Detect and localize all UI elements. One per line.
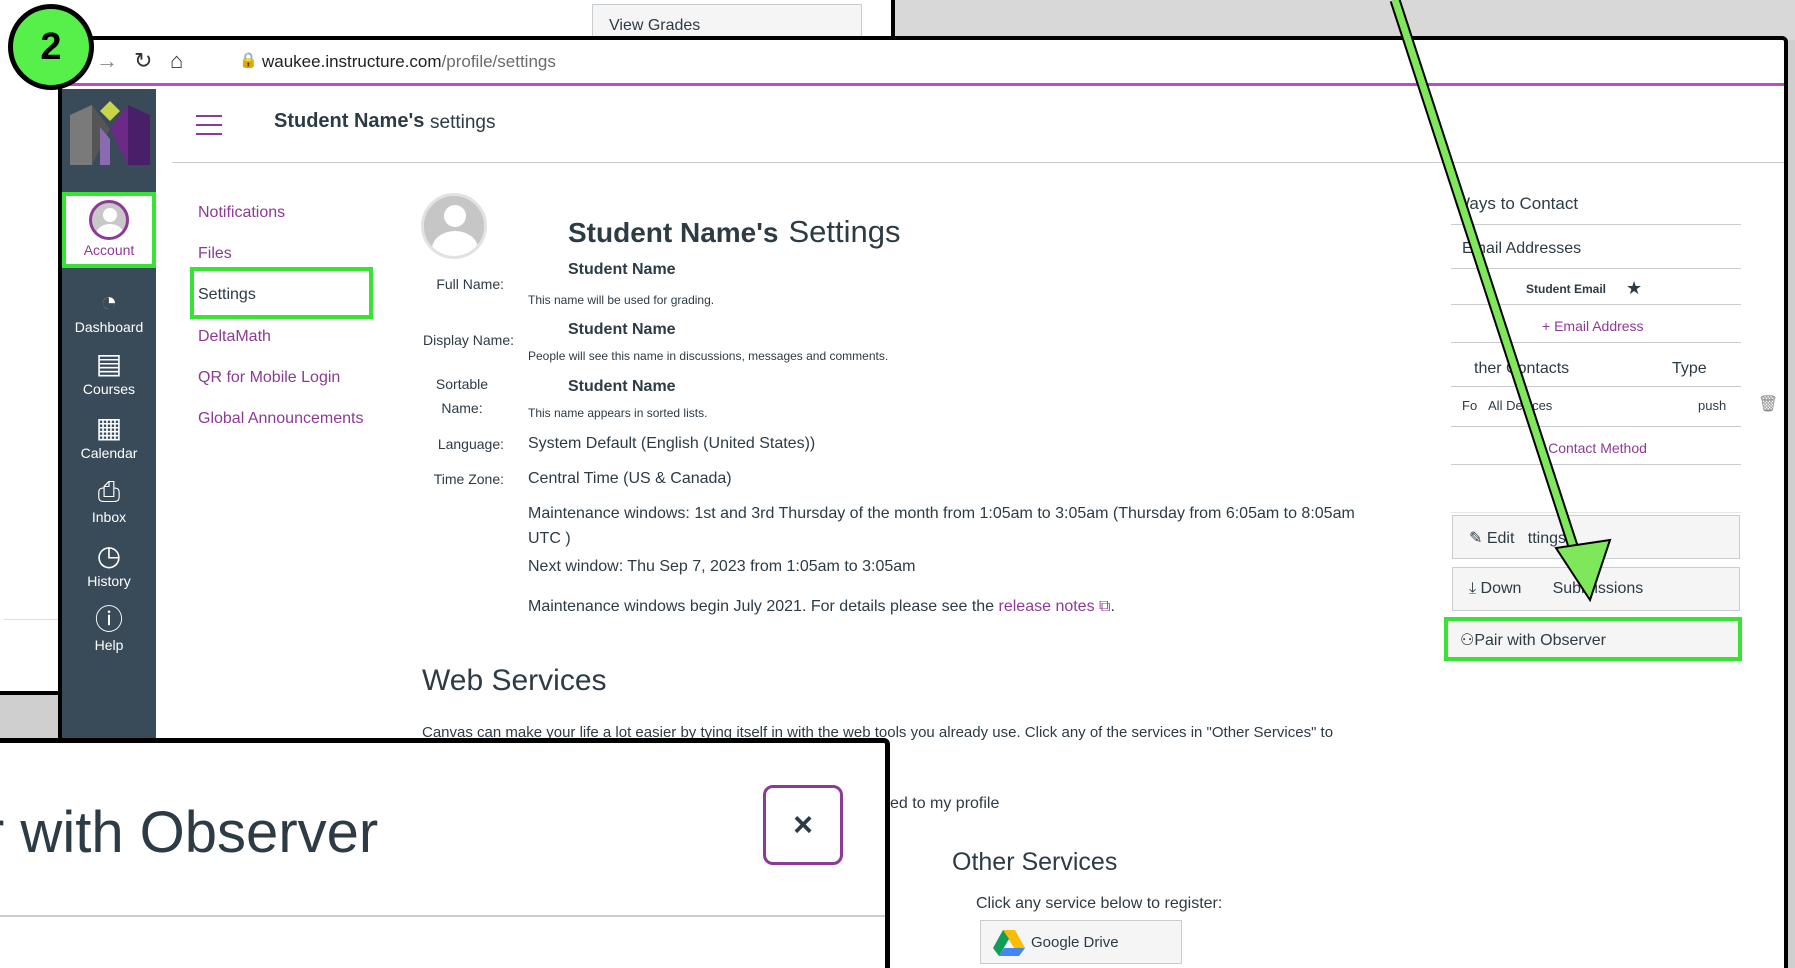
- full-name-hint: This name will be used for grading.: [528, 293, 715, 307]
- nav-inbox[interactable]: ⎙ Inbox: [62, 476, 156, 526]
- lock-icon: 🔒: [239, 52, 258, 69]
- release-notes-link[interactable]: release notes: [999, 598, 1095, 615]
- modal-title: r with Observer: [0, 800, 379, 865]
- header-divider: [172, 162, 1784, 163]
- contact-name: Fo All Devices: [1462, 398, 1553, 413]
- hamburger-icon[interactable]: [196, 115, 222, 142]
- student-email[interactable]: Student Email: [1526, 282, 1606, 296]
- history-icon: ◷: [96, 540, 122, 571]
- download-icon: ⤓: [1469, 580, 1477, 597]
- contact-type: push: [1698, 398, 1727, 413]
- google-drive-button[interactable]: Google Drive: [980, 920, 1182, 964]
- inbox-icon: ⎙: [97, 476, 121, 507]
- timezone-value: Central Time (US & Canada): [528, 470, 732, 487]
- other-contacts-header: ther Contacts: [1474, 360, 1570, 377]
- subnav-files[interactable]: Files: [198, 245, 232, 263]
- help-icon: ⓘ: [94, 604, 123, 635]
- trash-icon[interactable]: 🗑: [1758, 394, 1778, 414]
- external-link-icon: ⧉: [1099, 598, 1111, 615]
- close-icon[interactable]: ×: [763, 785, 843, 865]
- nav-help[interactable]: ⓘ Help: [62, 604, 156, 654]
- nav-history[interactable]: ◷ History: [62, 540, 156, 590]
- ways-to-contact-title: Ways to Contact: [1454, 194, 1579, 213]
- address-bar: → ↻ ⌂ 🔒 waukee.instructure.com/profile/s…: [62, 40, 1784, 86]
- web-services-title: Web Services: [422, 664, 607, 697]
- sortable-name-label-2: Name:: [441, 400, 483, 416]
- other-services-title: Other Services: [952, 848, 1118, 876]
- subnav-qr-login[interactable]: QR for Mobile Login: [198, 369, 340, 387]
- sortable-name-hint: This name appears in sorted lists.: [528, 406, 708, 420]
- profile-avatar[interactable]: [421, 193, 487, 259]
- pencil-icon: ✎: [1469, 530, 1483, 547]
- display-name-value: Student Name: [568, 321, 676, 338]
- courses-icon: ▤: [95, 348, 123, 379]
- language-label: Language:: [437, 436, 504, 452]
- other-services-desc: Click any service below to register:: [976, 895, 1223, 912]
- arrow-right-icon[interactable]: →: [96, 48, 118, 74]
- step-badge: 2: [8, 4, 94, 90]
- sortable-name-label: Sortable: [435, 376, 489, 392]
- maintenance-text: Maintenance windows: 1st and 3rd Thursda…: [528, 505, 1355, 522]
- google-drive-icon: [993, 930, 1025, 956]
- settings-highlight: [190, 267, 373, 319]
- background-area: [895, 0, 1795, 40]
- institution-logo: [70, 101, 150, 165]
- display-name-label: Display Name:: [422, 332, 514, 348]
- download-submissions-button[interactable]: ⤓ Down Submissions: [1452, 567, 1740, 611]
- home-icon[interactable]: ⌂: [170, 48, 183, 74]
- language-value: System Default (English (United States)): [528, 435, 816, 452]
- email-addresses-header: Email Addresses: [1462, 240, 1582, 257]
- add-email-link[interactable]: + Email Address: [1542, 318, 1644, 334]
- breadcrumb-user[interactable]: Student Name's: [274, 110, 424, 133]
- type-header: Type: [1672, 360, 1707, 377]
- nav-courses[interactable]: ▤ Courses: [62, 348, 156, 398]
- sortable-name-value: Student Name: [568, 378, 676, 395]
- nav-dashboard[interactable]: ◔ Dashboard: [62, 286, 156, 336]
- display-name-hint: People will see this name in discussions…: [528, 349, 889, 363]
- pair-with-observer-button[interactable]: ⚇Pair with Observer: [1444, 617, 1742, 661]
- reload-icon[interactable]: ↻: [134, 48, 152, 74]
- subnav-deltamath[interactable]: DeltaMath: [198, 328, 271, 346]
- view-grades-button[interactable]: View Grades: [592, 4, 862, 40]
- next-window-text: Next window: Thu Sep 7, 2023 from 1:05am…: [528, 558, 916, 575]
- add-contact-link[interactable]: + Contact Method: [1536, 440, 1647, 456]
- timezone-label: Time Zone:: [433, 471, 504, 487]
- url-field[interactable]: waukee.instructure.com/profile/settings: [262, 52, 556, 72]
- breadcrumb-page: settings: [430, 112, 496, 133]
- maintenance-text-2: UTC ): [528, 530, 571, 547]
- users-icon: ⚇: [1460, 632, 1475, 649]
- page-title: Student Name's Settings: [568, 214, 901, 249]
- subnav-global-announcements[interactable]: Global Announcements: [198, 410, 363, 428]
- maintenance-begin-text: Maintenance windows begin July 2021. For…: [528, 598, 1115, 615]
- nav-calendar[interactable]: ▦ Calendar: [62, 412, 156, 462]
- nav-account[interactable]: Account: [62, 192, 156, 268]
- subnav-notifications[interactable]: Notifications: [198, 204, 285, 222]
- full-name-value: Student Name: [568, 261, 676, 278]
- calendar-icon: ▦: [95, 412, 123, 443]
- avatar-icon: [89, 200, 129, 240]
- modal-divider: [0, 915, 885, 917]
- edit-settings-button[interactable]: ✎ Edit ttings: [1452, 515, 1740, 559]
- full-name-label: Full Name:: [436, 276, 504, 292]
- star-icon[interactable]: ★: [1626, 278, 1642, 299]
- linked-services-fragment: ed to my profile: [890, 795, 1000, 812]
- pair-observer-modal: r with Observer ×: [0, 738, 890, 968]
- dashboard-icon: ◔: [100, 286, 118, 317]
